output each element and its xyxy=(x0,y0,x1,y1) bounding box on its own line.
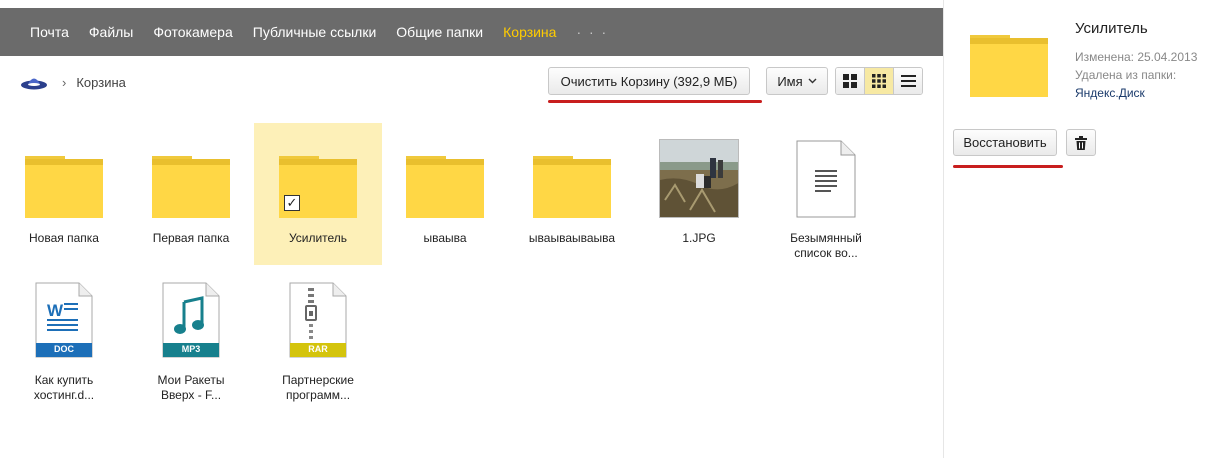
selected-folder-icon xyxy=(970,35,1048,97)
nav-files[interactable]: Файлы xyxy=(89,24,133,40)
file-name-line2: программ... xyxy=(285,388,351,402)
file-name: 1.JPG xyxy=(682,231,716,245)
file-name-line2: список во... xyxy=(794,246,858,260)
file-tile-text[interactable]: Безымянный список во... xyxy=(762,123,890,265)
file-tile-amplifier[interactable]: ✓ Усилитель xyxy=(254,123,382,265)
text-file-icon xyxy=(796,140,856,218)
nav-public-links[interactable]: Публичные ссылки xyxy=(253,24,377,40)
file-name-line1: Как купить xyxy=(34,373,94,387)
main-area: Почта Файлы Фотокамера Публичные ссылки … xyxy=(0,0,943,458)
chevron-down-icon xyxy=(808,76,817,86)
file-name-line1: Партнерские xyxy=(282,373,354,387)
file-name-line1: Мои Ракеты xyxy=(157,373,225,387)
image-thumbnail xyxy=(659,139,739,218)
file-name: Новая папка xyxy=(29,231,99,245)
sort-dropdown[interactable]: Имя xyxy=(766,67,828,95)
nav-trash[interactable]: Корзина xyxy=(503,24,556,40)
mp3-badge: MP3 xyxy=(181,344,201,354)
nav-shared-folders[interactable]: Общие папки xyxy=(396,24,483,40)
large-icons-view-button[interactable] xyxy=(836,68,865,94)
nav-mail[interactable]: Почта xyxy=(30,24,69,40)
breadcrumb-separator: › xyxy=(62,74,67,90)
file-name: ываыва xyxy=(423,231,467,245)
restore-button[interactable]: Восстановить xyxy=(953,129,1057,156)
file-name-line2: Вверх - F... xyxy=(160,388,222,402)
file-tile-new-folder[interactable]: Новая папка xyxy=(0,123,128,265)
trash-icon xyxy=(1075,135,1087,150)
file-name: ываываываыва xyxy=(528,231,616,245)
view-switcher xyxy=(835,67,923,95)
sort-label: Имя xyxy=(777,73,803,89)
nav-camera[interactable]: Фотокамера xyxy=(153,24,232,40)
delete-forever-button[interactable] xyxy=(1066,129,1096,156)
folder-icon xyxy=(533,156,611,218)
small-icons-view-icon xyxy=(872,74,886,88)
clear-trash-label: Очистить Корзину (392,9 МБ) xyxy=(560,73,738,89)
rar-badge: RAR xyxy=(308,344,328,354)
file-name: Первая папка xyxy=(152,231,230,245)
file-name-line2: хостинг.d... xyxy=(33,388,95,402)
breadcrumb-current: Корзина xyxy=(76,74,126,90)
small-icons-view-button[interactable] xyxy=(865,68,894,94)
ufo-home-icon[interactable] xyxy=(20,72,48,92)
svg-text:W: W xyxy=(47,301,64,320)
details-folder-link[interactable]: Яндекс.Диск xyxy=(1075,86,1145,100)
file-name: Усилитель xyxy=(288,231,348,245)
folder-icon xyxy=(25,156,103,218)
file-name-line1: Безымянный xyxy=(790,231,862,245)
doc-badge: DOC xyxy=(54,344,74,354)
clear-trash-button[interactable]: Очистить Корзину (392,9 МБ) xyxy=(548,67,750,95)
nav-more[interactable]: · · · xyxy=(576,24,608,40)
top-nav: Почта Файлы Фотокамера Публичные ссылки … xyxy=(0,8,943,56)
details-deleted-from: Удалена из папки: xyxy=(1075,68,1177,82)
selection-checkbox[interactable]: ✓ xyxy=(284,195,300,211)
details-modified: Изменена: 25.04.2013 xyxy=(1075,50,1198,64)
file-tile-folder-4[interactable]: ываыва xyxy=(381,123,509,265)
folder-icon xyxy=(152,156,230,218)
file-tile-doc[interactable]: W DOC Как купить хостинг.d... xyxy=(0,270,128,412)
details-title: Усилитель xyxy=(1075,20,1148,37)
list-view-button[interactable] xyxy=(894,68,922,94)
list-view-icon xyxy=(900,75,916,87)
large-icons-view-icon xyxy=(843,74,857,88)
annotation-underline xyxy=(548,100,762,103)
file-tile-folder-5[interactable]: ываываываыва xyxy=(508,123,636,265)
file-tile-first-folder[interactable]: Первая папка xyxy=(127,123,255,265)
breadcrumb: › Корзина xyxy=(20,72,126,92)
annotation-underline-restore xyxy=(953,165,1063,168)
file-tile-rar[interactable]: RAR Партнерские программ... xyxy=(254,270,382,412)
restore-label: Восстановить xyxy=(963,135,1047,150)
folder-icon xyxy=(406,156,484,218)
file-tile-mp3[interactable]: MP3 Мои Ракеты Вверх - F... xyxy=(127,270,255,412)
